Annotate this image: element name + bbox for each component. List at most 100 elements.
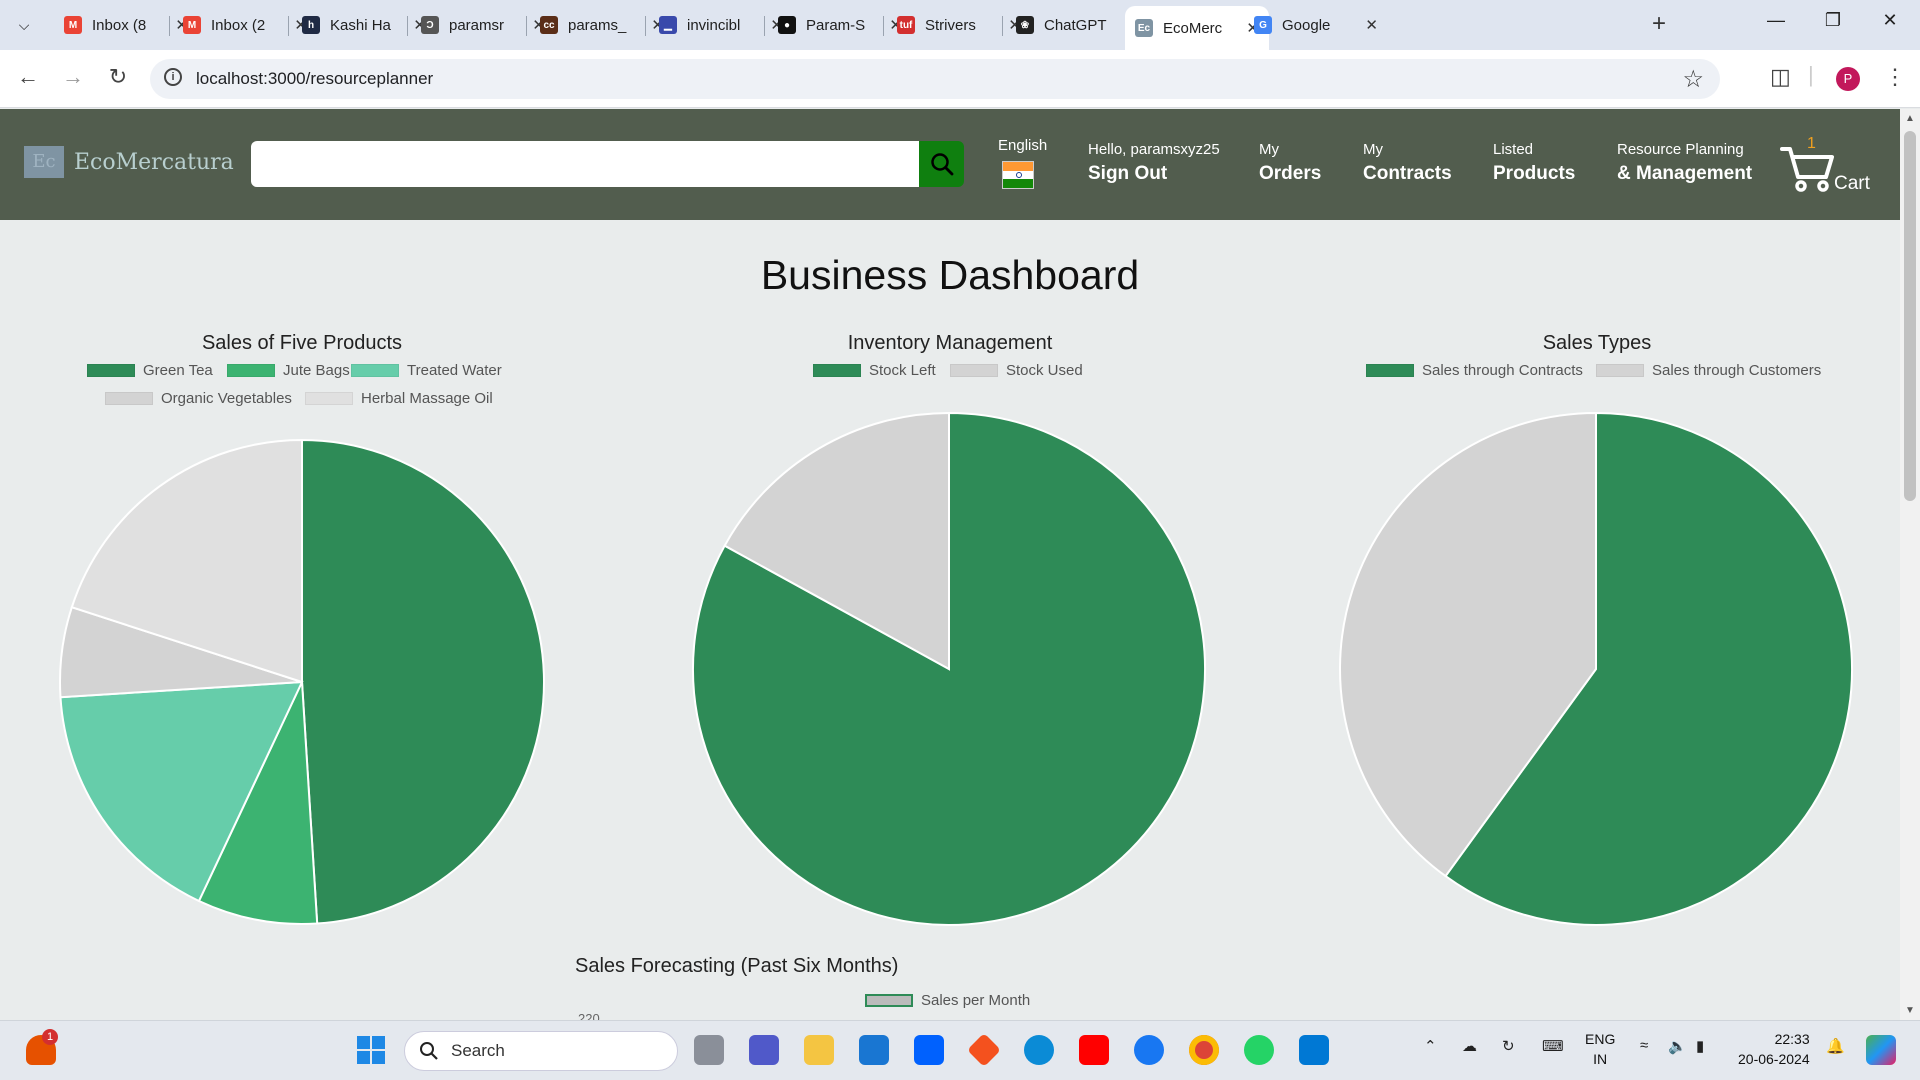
nav-my-contracts[interactable]: My Contracts — [1363, 141, 1452, 186]
lang-line2: IN — [1593, 1051, 1608, 1067]
legend-swatch — [87, 364, 135, 377]
legend-swatch — [950, 364, 998, 377]
nav-resource-planning[interactable]: Resource Planning & Management — [1617, 141, 1752, 186]
extensions-icon[interactable]: ◫ — [1770, 64, 1791, 90]
facebook-icon[interactable] — [1134, 1035, 1164, 1065]
taskbar-search-label: Search — [451, 1041, 505, 1060]
scroll-up-icon[interactable]: ▲ — [1905, 113, 1915, 124]
bookmark-star-icon[interactable]: ☆ — [1682, 65, 1704, 94]
onedrive-icon[interactable]: ☁ — [1462, 1037, 1477, 1055]
tab-label: invincibl — [687, 16, 741, 34]
search-button[interactable] — [919, 141, 964, 187]
tab-label: Google — [1282, 16, 1331, 34]
language-selector[interactable]: English — [998, 137, 1047, 154]
legend-item[interactable]: Jute Bags — [227, 362, 350, 379]
legend-item[interactable]: Stock Left — [813, 362, 936, 379]
battery-icon[interactable]: ▮ — [1696, 1037, 1704, 1055]
site-info-icon[interactable]: i — [164, 68, 182, 86]
profile-avatar[interactable]: P — [1836, 67, 1860, 91]
legend-label: Treated Water — [407, 362, 502, 379]
diamond-app-icon[interactable] — [967, 1033, 1001, 1067]
site-search — [251, 141, 964, 187]
wifi-icon[interactable]: ≈ — [1640, 1037, 1648, 1054]
url-text[interactable]: localhost:3000/resourceplanner — [196, 69, 433, 89]
tab-label: Param-S — [806, 16, 866, 34]
nav-label-big: Orders — [1259, 162, 1322, 184]
tab-label: Inbox (2 — [211, 16, 266, 34]
tab-separator — [169, 16, 170, 36]
tab-label: EcoMerc — [1163, 19, 1223, 37]
system-clock[interactable]: 22:33 20-06-2024 — [1738, 1029, 1810, 1069]
vscode-icon[interactable] — [1299, 1035, 1329, 1065]
india-flag-icon[interactable] — [1002, 161, 1034, 189]
legend-swatch — [1596, 364, 1644, 377]
nav-listed-products[interactable]: Listed Products — [1493, 141, 1575, 186]
notifications-bell-icon[interactable]: 🔔 — [1826, 1037, 1845, 1055]
windows-start-icon[interactable] — [356, 1035, 386, 1065]
legend-label: Sales through Customers — [1652, 362, 1822, 379]
restore-icon[interactable]: ❐ — [1813, 10, 1853, 31]
keyboard-icon[interactable]: ⌨ — [1542, 1037, 1564, 1055]
legend-label: Sales per Month — [921, 992, 1031, 1009]
nav-my-orders[interactable]: My Orders — [1259, 141, 1321, 186]
scrollbar-thumb[interactable] — [1904, 131, 1916, 501]
taskbar-search[interactable]: Search — [404, 1031, 678, 1071]
address-bar[interactable]: i localhost:3000/resourceplanner ☆ — [150, 59, 1720, 99]
legend-item[interactable]: Organic Vegetables — [105, 390, 292, 407]
new-tab-button[interactable]: + — [1652, 10, 1666, 38]
legend-item[interactable]: Treated Water — [351, 362, 502, 379]
chrome-menu-icon[interactable]: ⋮ — [1884, 64, 1906, 90]
task-view-icon[interactable] — [694, 1035, 724, 1065]
legend-item[interactable]: Green Tea — [87, 362, 213, 379]
scroll-down-icon[interactable]: ▼ — [1905, 1005, 1915, 1016]
browser-tab[interactable]: G Google ✕ — [1244, 8, 1388, 42]
sign-out-link[interactable]: Sign Out — [1088, 162, 1220, 186]
close-window-icon[interactable]: ✕ — [1870, 10, 1910, 31]
edge-icon[interactable] — [1024, 1035, 1054, 1065]
back-icon[interactable]: ← — [13, 64, 43, 90]
tab-separator — [526, 16, 527, 36]
minimize-icon[interactable]: — — [1756, 10, 1796, 31]
legend-label: Jute Bags — [283, 362, 350, 379]
copilot-icon[interactable] — [1866, 1035, 1896, 1065]
tab-separator — [407, 16, 408, 36]
youtube-icon[interactable] — [1079, 1035, 1109, 1065]
account-signout[interactable]: Hello, paramsxyz25 Sign Out — [1088, 141, 1220, 186]
dropbox-icon[interactable] — [914, 1035, 944, 1065]
legend-swatch — [1366, 364, 1414, 377]
legend-item[interactable]: Sales through Contracts — [1366, 362, 1583, 379]
file-explorer-icon[interactable] — [804, 1035, 834, 1065]
forward-icon[interactable]: → — [58, 64, 88, 90]
pie-slice[interactable] — [301, 438, 545, 925]
tab-label: Strivers — [925, 16, 976, 34]
legend-item[interactable]: Sales through Customers — [1596, 362, 1821, 379]
input-language[interactable]: ENG IN — [1585, 1029, 1615, 1069]
chrome-icon[interactable] — [1189, 1035, 1219, 1065]
sync-icon[interactable]: ↻ — [1502, 1037, 1515, 1055]
legend-swatch — [305, 392, 353, 405]
search-input[interactable] — [251, 141, 919, 187]
legend-label: Sales through Contracts — [1422, 362, 1583, 379]
mail-icon[interactable] — [859, 1035, 889, 1065]
tray-overflow-icon[interactable]: ⌃ — [1424, 1037, 1437, 1055]
search-icon — [930, 153, 953, 176]
forecast-legend[interactable]: Sales per Month — [865, 992, 1030, 1009]
legend-item[interactable]: Herbal Massage Oil — [305, 390, 493, 407]
whatsapp-icon[interactable] — [1244, 1035, 1274, 1065]
teams-icon[interactable] — [749, 1035, 779, 1065]
page-scrollbar[interactable]: ▲ ▼ — [1900, 109, 1920, 1020]
legend-swatch — [351, 364, 399, 377]
tab-separator — [883, 16, 884, 36]
volume-icon[interactable]: 🔈 — [1668, 1037, 1687, 1055]
gmail-icon: M — [183, 16, 201, 34]
legend-item[interactable]: Stock Used — [950, 362, 1083, 379]
windows-taskbar: 1 Search ⌃ ☁ ↻ ⌨ ENG IN ≈ 🔈 ▮ 22:33 20-0… — [0, 1020, 1920, 1080]
tab-search-icon[interactable]: ⌵ — [10, 12, 38, 38]
site-logo[interactable]: Ec EcoMercatura — [24, 146, 234, 178]
forecast-chart-title: Sales Forecasting (Past Six Months) — [575, 955, 899, 977]
cc-icon: cc — [540, 16, 558, 34]
tab-close-icon[interactable]: ✕ — [1365, 16, 1378, 34]
google-icon: G — [1254, 16, 1272, 34]
logo-mark: Ec — [24, 146, 64, 178]
reload-icon[interactable]: ↻ — [103, 64, 133, 90]
